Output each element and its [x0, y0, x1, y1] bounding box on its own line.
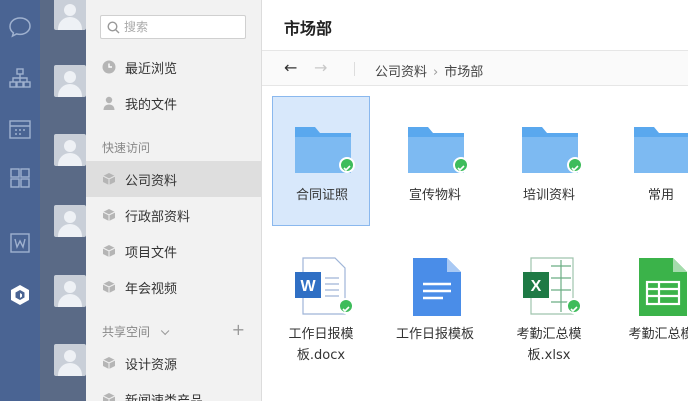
- avatar[interactable]: [54, 134, 86, 166]
- folder-item[interactable]: 宣传物料: [386, 96, 484, 226]
- search-icon: [107, 20, 120, 33]
- file-name-line1: 工作日报模板: [395, 327, 474, 342]
- nav-news-products[interactable]: 新闻速类产品: [86, 381, 262, 401]
- file-item[interactable]: W 工作日报模 板.docx: [272, 254, 370, 374]
- quick-access-heading: 快速访问: [102, 141, 151, 155]
- folder-icon: [634, 127, 688, 173]
- chat-icon[interactable]: [0, 9, 40, 45]
- svg-text:W: W: [300, 278, 316, 295]
- avatar[interactable]: [54, 0, 86, 30]
- document-icon: [413, 258, 461, 316]
- chevron-down-icon: [160, 326, 170, 336]
- synced-check-icon: [453, 157, 469, 173]
- nav-recent[interactable]: 最近浏览: [86, 49, 262, 85]
- user-icon: [103, 96, 115, 110]
- file-name-line2: 板.xlsx: [527, 348, 571, 363]
- file-name-line1: 考勤汇总模: [628, 327, 688, 342]
- nav-label: 最近浏览: [125, 61, 178, 77]
- word-icon[interactable]: [0, 225, 40, 261]
- folder-item[interactable]: 常用: [612, 96, 688, 226]
- nav-label: 新闻速类产品: [125, 393, 204, 401]
- cube-icon: [102, 357, 116, 369]
- folder-name: 培训资料: [522, 188, 575, 203]
- svg-text:X: X: [531, 278, 542, 295]
- folder-name: 合同证照: [295, 188, 348, 203]
- shared-space-label: 共享空间: [102, 325, 151, 339]
- nav-label: 我的文件: [125, 97, 178, 113]
- avatar[interactable]: [54, 65, 86, 97]
- nav-label: 设计资源: [125, 357, 178, 373]
- file-name-line1: 工作日报模: [288, 327, 354, 342]
- shared-space-heading[interactable]: 共享空间: [102, 323, 170, 340]
- nav-my-files[interactable]: 我的文件: [86, 85, 262, 121]
- cube-icon: [102, 281, 116, 293]
- file-item[interactable]: 考勤汇总模: [612, 254, 688, 374]
- folder-item[interactable]: 合同证照: [272, 96, 370, 226]
- synced-check-icon: [567, 157, 583, 173]
- cube-icon: [102, 245, 116, 257]
- page-title: 市场部: [284, 19, 333, 38]
- nav-project-files[interactable]: 项目文件: [86, 233, 262, 269]
- nav-admin-docs[interactable]: 行政部资料: [86, 197, 262, 233]
- folder-item[interactable]: 培训资料: [500, 96, 598, 226]
- folder-name: 常用: [647, 188, 674, 203]
- divider: [354, 62, 355, 76]
- avatar[interactable]: [54, 344, 86, 376]
- cube-icon: [102, 393, 116, 401]
- nav-label: 项目文件: [125, 245, 178, 261]
- calendar-icon[interactable]: [0, 111, 40, 147]
- clock-icon: [102, 60, 116, 74]
- spreadsheet-icon: [639, 258, 687, 316]
- file-name-line1: 考勤汇总模: [516, 327, 582, 342]
- nav-label: 行政部资料: [125, 209, 191, 225]
- breadcrumb-item[interactable]: 市场部: [444, 65, 483, 80]
- file-item[interactable]: 工作日报模板: [386, 254, 484, 374]
- forward-arrow-icon[interactable]: →: [314, 58, 327, 77]
- file-item[interactable]: X 考勤汇总模 板.xlsx: [500, 254, 598, 374]
- nav-company-docs[interactable]: 公司资料: [86, 161, 262, 197]
- search-box[interactable]: [100, 15, 246, 39]
- nav-label: 年会视频: [125, 281, 178, 297]
- synced-check-icon: [338, 298, 354, 314]
- cube-icon: [102, 209, 116, 221]
- back-arrow-icon[interactable]: ←: [284, 58, 297, 77]
- breadcrumb-separator-icon: ›: [433, 65, 439, 80]
- search-input[interactable]: [124, 20, 234, 34]
- breadcrumb-item[interactable]: 公司资料: [375, 65, 427, 80]
- nav-annual-video[interactable]: 年会视频: [86, 269, 262, 305]
- file-name-line2: 板.docx: [296, 348, 346, 363]
- avatar[interactable]: [54, 275, 86, 307]
- folder-name: 宣传物料: [408, 188, 461, 203]
- cube-icon: [102, 173, 116, 185]
- contact-strip: [40, 0, 86, 401]
- apps-icon[interactable]: [0, 160, 40, 196]
- app-rail: [0, 0, 40, 401]
- nav-label: 公司资料: [125, 173, 178, 189]
- sidebar: 最近浏览 我的文件 快速访问 公司资料 行政部资料 项目文件 年会视频 共享空间…: [86, 0, 262, 401]
- breadcrumb: 公司资料 › 市场部: [375, 61, 483, 80]
- cloud-drive-icon[interactable]: [0, 277, 40, 313]
- nav-design-resources[interactable]: 设计资源: [86, 345, 262, 381]
- nav-toolbar: ← → 公司资料 › 市场部: [262, 50, 688, 86]
- avatar[interactable]: [54, 205, 86, 237]
- synced-check-icon: [339, 157, 355, 173]
- add-icon[interactable]: +: [232, 320, 245, 339]
- org-icon[interactable]: [0, 60, 40, 96]
- synced-check-icon: [566, 298, 582, 314]
- main-panel: 市场部 ← → 公司资料 › 市场部 合同证照 宣传物料 培训资料 常用 W 工作日…: [262, 0, 688, 401]
